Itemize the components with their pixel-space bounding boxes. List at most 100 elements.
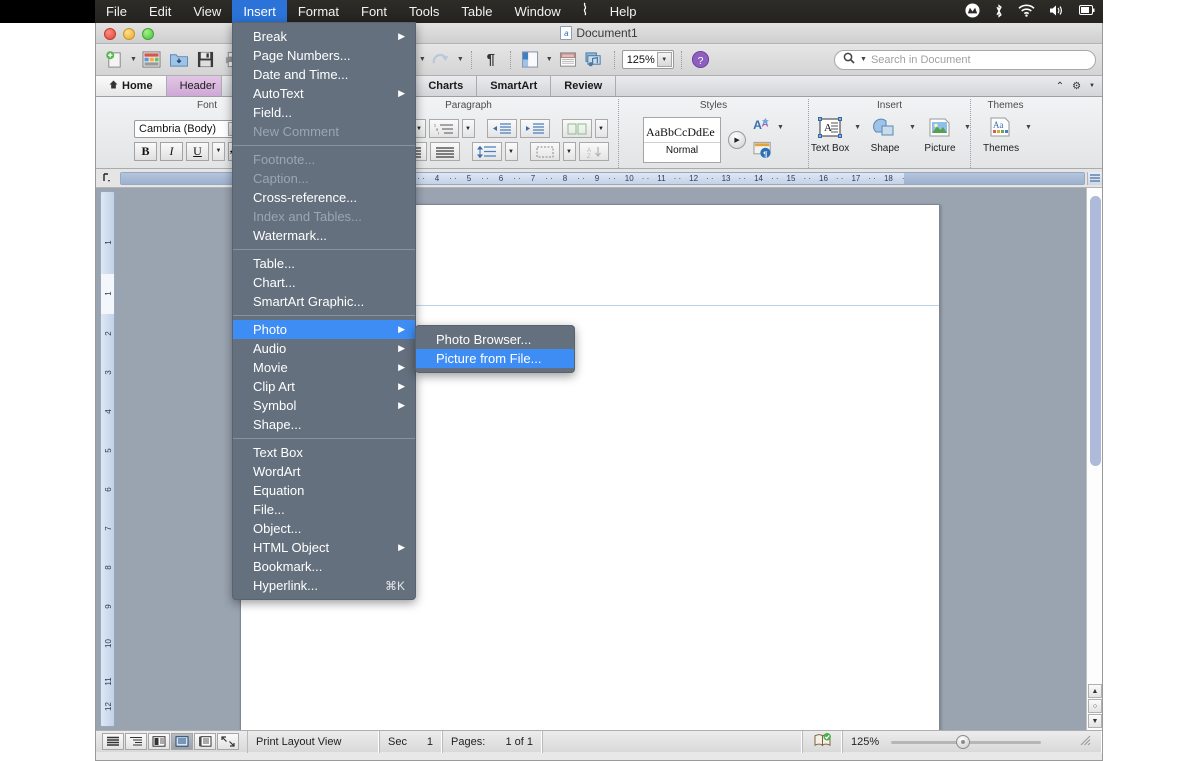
tab-smartart[interactable]: SmartArt	[477, 76, 551, 96]
tab-selector-icon[interactable]	[96, 169, 118, 188]
menu-item-audio[interactable]: Audio▶	[233, 339, 415, 358]
sidebar-icon[interactable]	[518, 48, 542, 72]
tab-review[interactable]: Review	[551, 76, 616, 96]
menu-item-object[interactable]: Object...	[233, 519, 415, 538]
menu-item-hyperlink[interactable]: Hyperlink...⌘K	[233, 576, 415, 595]
chevron-down-icon[interactable]: ▼	[1089, 83, 1095, 89]
menu-format[interactable]: Format	[287, 0, 350, 23]
sidebar-dropdown[interactable]: ▼	[546, 56, 553, 63]
shape-dropdown[interactable]: ▼	[909, 124, 916, 131]
menu-view[interactable]: View	[182, 0, 232, 23]
multilevel-list-dropdown[interactable]: ▼	[462, 119, 475, 138]
text-effects-dropdown[interactable]: ▼	[777, 124, 784, 131]
search-input[interactable]: ▼ Search in Document	[834, 50, 1096, 70]
volume-icon[interactable]	[1049, 4, 1065, 19]
spelling-check-icon[interactable]	[813, 733, 832, 751]
text-box-dropdown[interactable]: ▼	[854, 124, 861, 131]
menu-insert[interactable]: Insert	[232, 0, 287, 23]
style-normal-preview[interactable]: AaBbCcDdEe Normal	[643, 117, 721, 163]
menu-item-text-box[interactable]: Text Box	[233, 443, 415, 462]
decrease-indent-button[interactable]	[487, 119, 517, 138]
zoom-dropdown-arrow[interactable]: ▼	[657, 52, 672, 67]
themes-button[interactable]: Aa Themes	[979, 114, 1023, 154]
borders-button[interactable]	[530, 142, 560, 161]
open-gallery-icon[interactable]	[140, 48, 164, 72]
bluetooth-icon[interactable]	[994, 4, 1004, 20]
save-icon[interactable]	[194, 48, 218, 72]
columns-dropdown[interactable]: ▼	[595, 119, 608, 138]
menu-item-html-object[interactable]: HTML Object▶	[233, 538, 415, 557]
new-document-dropdown[interactable]: ▼	[130, 56, 137, 63]
bold-button[interactable]: B	[134, 142, 157, 161]
malwarebytes-icon[interactable]	[965, 3, 980, 20]
media-browser-icon[interactable]	[583, 48, 607, 72]
menu-item-clip-art[interactable]: Clip Art▶	[233, 377, 415, 396]
next-page-button[interactable]: ▼	[1088, 714, 1102, 728]
styles-gallery-expand-button[interactable]: ▶	[728, 131, 746, 149]
zoom-slider-knob[interactable]	[956, 735, 970, 749]
redo-dropdown[interactable]: ▼	[457, 56, 464, 63]
redo-icon[interactable]	[429, 48, 453, 72]
submenu-item-picture-from-file[interactable]: Picture from File...	[416, 349, 574, 368]
menu-item-chart[interactable]: Chart...	[233, 273, 415, 292]
menu-item-symbol[interactable]: Symbol▶	[233, 396, 415, 415]
menu-item-movie[interactable]: Movie▶	[233, 358, 415, 377]
print-layout-icon[interactable]	[171, 733, 193, 750]
menu-item-photo[interactable]: Photo▶	[233, 320, 415, 339]
menu-window[interactable]: Window	[503, 0, 571, 23]
text-effects-icon[interactable]: AA	[753, 116, 774, 138]
menu-item-shape[interactable]: Shape...	[233, 415, 415, 434]
underline-dropdown[interactable]: ▼	[212, 142, 225, 161]
font-name-field[interactable]: Cambria (Body) ▼	[134, 120, 244, 138]
columns-button[interactable]	[562, 119, 592, 138]
vertical-scrollbar-thumb[interactable]	[1090, 196, 1101, 466]
insert-picture-button[interactable]: Picture	[918, 114, 962, 154]
close-button[interactable]	[104, 28, 116, 40]
full-screen-icon[interactable]	[217, 733, 239, 750]
insert-dropdown-menu[interactable]: Break▶ Page Numbers... Date and Time... …	[232, 22, 416, 600]
outline-view-icon[interactable]	[125, 733, 147, 750]
menu-item-table[interactable]: Table...	[233, 254, 415, 273]
search-icon[interactable]	[843, 52, 855, 67]
menu-item-autotext[interactable]: AutoText▶	[233, 84, 415, 103]
tab-layout[interactable]: Header	[167, 76, 222, 96]
show-hide-marks-icon[interactable]: ¶	[479, 48, 503, 72]
undo-dropdown[interactable]: ▼	[419, 56, 426, 63]
insert-shape-button[interactable]: Shape	[863, 114, 907, 154]
zoom-slider[interactable]	[891, 736, 1041, 748]
word-app-icon[interactable]	[572, 0, 599, 23]
menu-item-watermark[interactable]: Watermark...	[233, 226, 415, 245]
chevron-up-icon[interactable]: ⌃	[1056, 81, 1064, 92]
show-formatting-icon[interactable]: ¶	[753, 141, 774, 164]
notebook-layout-icon[interactable]	[194, 733, 216, 750]
search-scope-dropdown[interactable]: ▼	[860, 56, 867, 63]
menu-tools[interactable]: Tools	[398, 0, 450, 23]
menu-edit[interactable]: Edit	[138, 0, 182, 23]
menu-item-cross-reference[interactable]: Cross-reference...	[233, 188, 415, 207]
increase-indent-button[interactable]	[520, 119, 550, 138]
vertical-scrollbar[interactable]: ▲ ○ ▼	[1086, 188, 1102, 730]
spelling-check-field[interactable]	[802, 731, 842, 753]
themes-dropdown[interactable]: ▼	[1025, 124, 1032, 131]
menu-item-file[interactable]: File...	[233, 500, 415, 519]
new-document-icon[interactable]	[102, 48, 126, 72]
borders-dropdown[interactable]: ▼	[563, 142, 576, 161]
menu-file[interactable]: File	[95, 0, 138, 23]
menu-help[interactable]: Help	[599, 0, 648, 23]
notebook-icon[interactable]	[556, 48, 580, 72]
zoom-button[interactable]	[142, 28, 154, 40]
help-icon[interactable]: ?	[689, 48, 713, 72]
gear-icon[interactable]: ⚙	[1072, 81, 1081, 92]
menu-item-equation[interactable]: Equation	[233, 481, 415, 500]
menu-item-page-numbers[interactable]: Page Numbers...	[233, 46, 415, 65]
menu-item-field[interactable]: Field...	[233, 103, 415, 122]
minimize-button[interactable]	[123, 28, 135, 40]
menu-item-break[interactable]: Break▶	[233, 27, 415, 46]
resize-grip-icon[interactable]	[1080, 735, 1091, 749]
menu-table[interactable]: Table	[450, 0, 503, 23]
sort-button[interactable]: AZ	[579, 142, 609, 161]
previous-page-button[interactable]: ▲	[1088, 684, 1102, 698]
wifi-icon[interactable]	[1018, 4, 1035, 19]
draft-view-icon[interactable]	[102, 733, 124, 750]
submenu-item-photo-browser[interactable]: Photo Browser...	[416, 330, 574, 349]
